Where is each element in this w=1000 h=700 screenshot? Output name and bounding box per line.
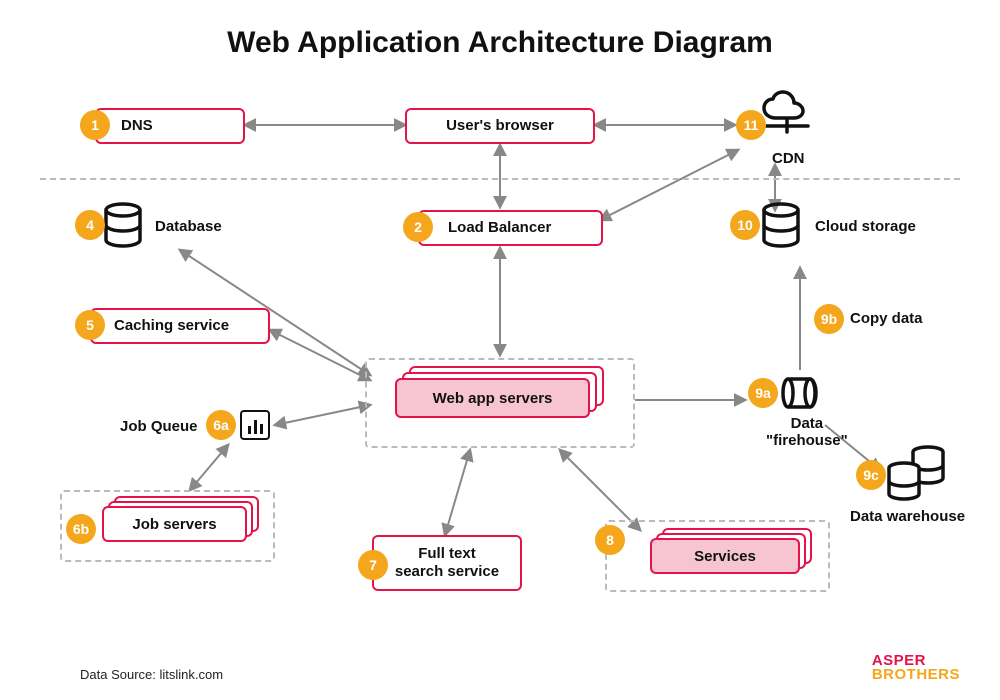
- arrows-layer: [0, 0, 1000, 700]
- node-caching: Caching service: [90, 308, 270, 344]
- label-cdn: CDN: [772, 150, 805, 167]
- data-source: Data Source: litslink.com: [80, 667, 223, 682]
- warehouse-icon: [884, 442, 948, 509]
- stack-services: Services: [650, 538, 815, 582]
- badge-9b: 9b: [814, 304, 844, 334]
- badge-8: 8: [595, 525, 625, 555]
- label-job-queue: Job Queue: [120, 418, 198, 435]
- badge-5: 5: [75, 310, 105, 340]
- badge-6b: 6b: [66, 514, 96, 544]
- badge-4: 4: [75, 210, 105, 240]
- node-services: Services: [650, 538, 800, 574]
- badge-10: 10: [730, 210, 760, 240]
- cloud-storage-icon: [760, 202, 802, 253]
- firehouse-icon: [780, 375, 820, 416]
- label-firehouse: Data "firehouse": [766, 415, 848, 449]
- cloud-icon: [758, 92, 816, 147]
- brand-line2: BROTHERS: [872, 668, 960, 682]
- node-full-text: Full text search service: [372, 535, 522, 591]
- label-warehouse: Data warehouse: [850, 508, 965, 525]
- label-cloud-storage: Cloud storage: [815, 218, 916, 235]
- section-divider: [40, 178, 960, 180]
- node-dns: DNS: [95, 108, 245, 144]
- node-load-balancer: Load Balancer: [418, 210, 603, 246]
- stack-web-app: Web app servers: [395, 378, 605, 428]
- badge-9c: 9c: [856, 460, 886, 490]
- label-database: Database: [155, 218, 222, 235]
- badge-2: 2: [403, 212, 433, 242]
- badge-11: 11: [736, 110, 766, 140]
- badge-9a: 9a: [748, 378, 778, 408]
- diagram-canvas: 1 DNS User's browser 11 CDN 4 Database 2…: [0, 0, 1000, 700]
- node-job-servers: Job servers: [102, 506, 247, 542]
- badge-7: 7: [358, 550, 388, 580]
- database-icon: [102, 202, 144, 253]
- badge-6a: 6a: [206, 410, 236, 440]
- job-queue-icon: [240, 410, 270, 440]
- stack-job-servers: Job servers: [102, 506, 262, 550]
- node-browser: User's browser: [405, 108, 595, 144]
- label-copy-data: Copy data: [850, 310, 923, 327]
- node-web-app: Web app servers: [395, 378, 590, 418]
- badge-1: 1: [80, 110, 110, 140]
- brand-logo: ASPER BROTHERS: [872, 654, 960, 683]
